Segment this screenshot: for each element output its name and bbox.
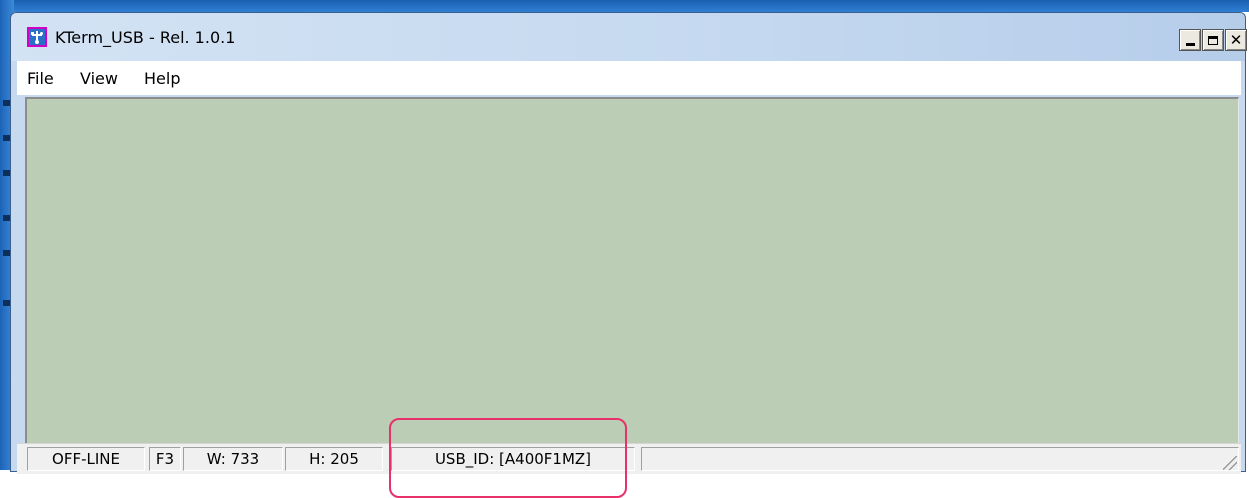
maximize-button[interactable] — [1202, 29, 1224, 51]
status-empty-panel — [641, 447, 1239, 471]
terminal-area[interactable] — [25, 97, 1239, 443]
usb-id-indicator: USB_ID: [A400F1MZ] — [391, 447, 635, 471]
height-indicator: H: 205 — [285, 447, 383, 471]
usb-app-icon[interactable] — [27, 27, 47, 47]
menu-file[interactable]: File — [27, 69, 54, 88]
width-indicator: W: 733 — [183, 447, 283, 471]
resize-grip-icon[interactable] — [1223, 456, 1237, 470]
kterm-window: KTerm_USB - Rel. 1.0.1 ✕ File View Help … — [10, 12, 1247, 474]
font-indicator: F3 — [149, 447, 181, 471]
window-title: KTerm_USB - Rel. 1.0.1 — [55, 28, 236, 47]
minimize-button[interactable] — [1179, 29, 1201, 51]
title-bar[interactable]: KTerm_USB - Rel. 1.0.1 ✕ — [11, 13, 1247, 61]
close-button[interactable]: ✕ — [1225, 29, 1247, 51]
menu-help[interactable]: Help — [144, 69, 180, 88]
minimize-icon — [1185, 42, 1195, 46]
menu-bar: File View Help — [17, 61, 1241, 95]
close-icon: ✕ — [1229, 30, 1243, 49]
connection-status: OFF-LINE — [27, 447, 145, 471]
menu-view[interactable]: View — [80, 69, 118, 88]
desktop-background — [0, 0, 1249, 12]
maximize-icon — [1208, 35, 1218, 45]
status-bar: OFF-LINE F3 W: 733 H: 205 USB_ID: [A400F… — [17, 443, 1241, 474]
